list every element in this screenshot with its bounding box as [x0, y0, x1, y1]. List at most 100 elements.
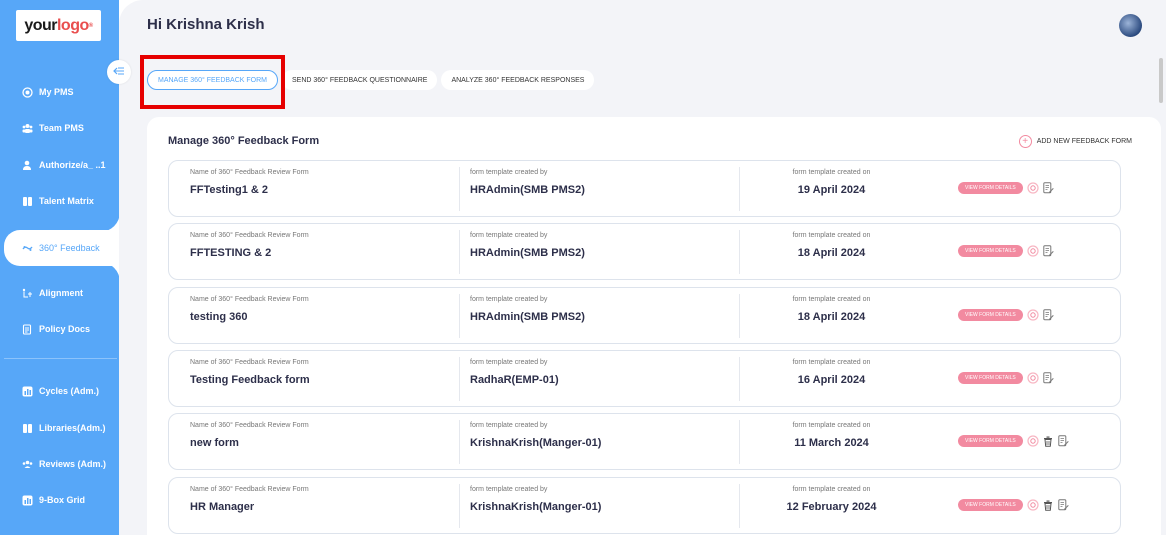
avatar[interactable]	[1119, 14, 1142, 37]
tab-analyze-feedback-responses[interactable]: ANALYZE 360° FEEDBACK RESPONSES	[441, 70, 595, 90]
edit-icon[interactable]	[1043, 309, 1054, 321]
created-on-column: form template created on 18 April 2024	[739, 296, 924, 323]
sidebar-item-talent-matrix[interactable]: Talent Matrix	[0, 183, 119, 219]
logo-area: your logo ®	[0, 0, 119, 56]
view-form-details-button[interactable]: VIEW FORM DETAILS	[958, 499, 1023, 511]
form-card: Name of 360° Feedback Review Form HR Man…	[168, 477, 1121, 534]
created-by-value: KrishnaKrish(Manger-01)	[470, 501, 602, 513]
form-actions: VIEW FORM DETAILS	[958, 245, 1054, 257]
column-divider	[459, 230, 460, 274]
form-card: Name of 360° Feedback Review Form FFTest…	[168, 160, 1121, 217]
created-on-value: 18 April 2024	[797, 247, 866, 259]
created-on-column: form template created on 16 April 2024	[739, 359, 924, 386]
view-form-details-button[interactable]: VIEW FORM DETAILS	[958, 182, 1023, 194]
plus-icon: +	[1018, 135, 1032, 148]
created-by-label: form template created by	[470, 359, 548, 366]
created-by-column: form template created by HRAdmin(SMB PMS…	[470, 232, 585, 259]
view-form-details-button[interactable]: VIEW FORM DETAILS	[958, 309, 1023, 321]
created-on-column: form template created on 12 February 202…	[739, 486, 924, 513]
refresh-icon[interactable]	[1027, 245, 1039, 257]
view-form-details-button[interactable]: VIEW FORM DETAILS	[958, 372, 1023, 384]
refresh-icon[interactable]	[1027, 372, 1039, 384]
created-on-label: form template created on	[792, 232, 871, 239]
edit-icon[interactable]	[1043, 372, 1054, 384]
trash-icon[interactable]	[1043, 499, 1054, 511]
sidebar-item-alignment[interactable]: Alignment	[0, 275, 119, 311]
created-by-label: form template created by	[470, 486, 548, 493]
scrollbar[interactable]	[1159, 58, 1163, 103]
form-name-column: Name of 360° Feedback Review Form new fo…	[190, 422, 309, 449]
sidebar-item-label: Authorize/a_ ..1	[39, 160, 106, 170]
forms-panel: Manage 360° Feedback Form + ADD NEW FEED…	[147, 117, 1161, 535]
created-by-column: form template created by KrishnaKrish(Ma…	[470, 422, 601, 449]
sidebar-item-label: Alignment	[39, 288, 83, 298]
team-icon	[22, 123, 33, 134]
form-name: FFTESTING & 2	[190, 247, 272, 259]
sidebar-item-reviews[interactable]: Reviews (Adm.)	[0, 446, 119, 482]
created-by-label: form template created by	[470, 422, 548, 429]
feedback-icon	[22, 243, 33, 254]
refresh-icon[interactable]	[1027, 182, 1039, 194]
refresh-icon[interactable]	[1027, 499, 1039, 511]
form-name-label: Name of 360° Feedback Review Form	[190, 359, 309, 366]
greeting: Hi Krishna Krish	[147, 16, 265, 33]
alignment-icon	[22, 288, 33, 299]
created-by-value: KrishnaKrish(Manger-01)	[470, 437, 602, 449]
edit-icon[interactable]	[1058, 435, 1069, 447]
created-on-column: form template created on 11 March 2024	[739, 422, 924, 449]
view-form-details-button[interactable]: VIEW FORM DETAILS	[958, 435, 1023, 447]
created-by-label: form template created by	[470, 296, 548, 303]
form-card: Name of 360° Feedback Review Form Testin…	[168, 350, 1121, 407]
logo-registered: ®	[88, 22, 93, 29]
sidebar-item-authorize[interactable]: Authorize/a_ ..1	[0, 147, 119, 183]
form-name-column: Name of 360° Feedback Review Form testin…	[190, 296, 309, 323]
form-name-label: Name of 360° Feedback Review Form	[190, 486, 309, 493]
edit-icon[interactable]	[1043, 245, 1054, 257]
created-on-label: form template created on	[792, 359, 871, 366]
created-by-value: HRAdmin(SMB PMS2)	[470, 247, 585, 259]
sidebar-item-label: 9-Box Grid	[39, 495, 86, 505]
column-divider	[459, 357, 460, 401]
form-actions: VIEW FORM DETAILS	[958, 499, 1069, 511]
sidebar-item-my-pms[interactable]: My PMS	[0, 74, 119, 110]
edit-icon[interactable]	[1043, 182, 1054, 194]
sidebar-item-label: 360° Feedback	[39, 243, 100, 253]
form-name-label: Name of 360° Feedback Review Form	[190, 422, 309, 429]
sidebar: your logo ® My PMS Team PMS Authorize/a_ .…	[0, 0, 147, 535]
sidebar-item-libraries[interactable]: Libraries(Adm.)	[0, 410, 119, 446]
created-on-value: 16 April 2024	[797, 374, 866, 386]
created-on-value: 12 February 2024	[786, 501, 877, 513]
logo[interactable]: your logo ®	[16, 10, 101, 41]
sidebar-item-label: Reviews (Adm.)	[39, 459, 107, 469]
form-name-column: Name of 360° Feedback Review Form HR Man…	[190, 486, 309, 513]
column-divider	[459, 420, 460, 464]
view-form-details-button[interactable]: VIEW FORM DETAILS	[958, 245, 1023, 257]
created-on-value: 11 March 2024	[794, 437, 869, 449]
tab-send-feedback-questionnaire[interactable]: SEND 360° FEEDBACK QUESTIONNAIRE	[282, 70, 438, 90]
sidebar-item-team-pms[interactable]: Team PMS	[0, 110, 119, 146]
collapse-icon	[113, 66, 125, 79]
form-actions: VIEW FORM DETAILS	[958, 435, 1069, 447]
sidebar-item-cycles[interactable]: Cycles (Adm.)	[0, 373, 119, 409]
refresh-icon[interactable]	[1027, 435, 1039, 447]
created-by-label: form template created by	[470, 169, 548, 176]
form-name: Testing Feedback form	[190, 374, 310, 386]
refresh-icon[interactable]	[1027, 309, 1039, 321]
form-card: Name of 360° Feedback Review Form FFTEST…	[168, 223, 1121, 280]
edit-icon[interactable]	[1058, 499, 1069, 511]
created-by-column: form template created by HRAdmin(SMB PMS…	[470, 296, 585, 323]
sidebar-item-policy-docs[interactable]: Policy Docs	[0, 311, 119, 347]
form-actions: VIEW FORM DETAILS	[958, 372, 1054, 384]
sidebar-item-label: Cycles (Adm.)	[39, 386, 100, 396]
user-check-icon	[22, 160, 33, 171]
logo-text-logo: logo	[56, 16, 89, 34]
form-name-column: Name of 360° Feedback Review Form FFTEST…	[190, 232, 309, 259]
column-divider	[459, 167, 460, 211]
sidebar-item-9-box-grid[interactable]: 9-Box Grid	[0, 482, 119, 518]
collapse-sidebar-button[interactable]	[107, 60, 131, 84]
sidebar-item-label: Team PMS	[39, 123, 84, 133]
add-new-feedback-form-button[interactable]: + ADD NEW FEEDBACK FORM	[1018, 135, 1132, 148]
form-card: Name of 360° Feedback Review Form new fo…	[168, 413, 1121, 470]
trash-icon[interactable]	[1043, 435, 1054, 447]
created-on-column: form template created on 18 April 2024	[739, 232, 924, 259]
